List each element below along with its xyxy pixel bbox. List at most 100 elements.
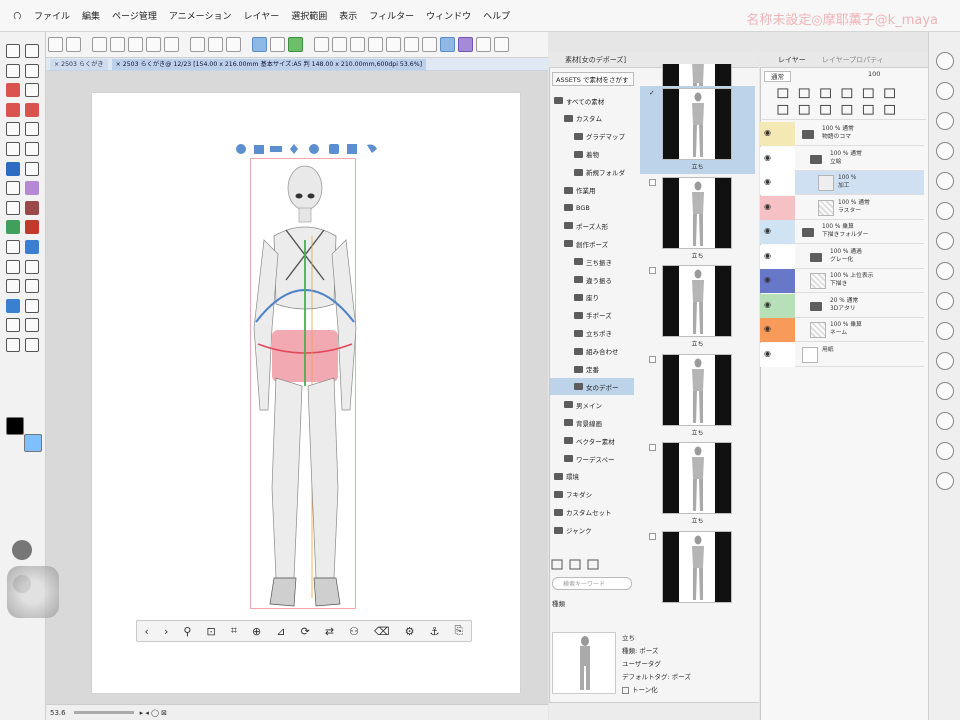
duplicate-folder-icon[interactable] <box>569 559 581 570</box>
auto-action-icon[interactable] <box>936 262 954 280</box>
eye-icon[interactable]: ◉ <box>764 349 774 358</box>
assets-search-button[interactable]: ASSETS で素材をさがす <box>552 72 634 86</box>
history-icon[interactable] <box>936 82 954 100</box>
pen-tool-icon[interactable] <box>6 44 20 58</box>
material-thumbnail[interactable] <box>640 529 755 617</box>
crop-tool-icon[interactable] <box>6 338 20 352</box>
menu-item-4[interactable]: レイヤー <box>244 9 280 22</box>
navigation-icons[interactable]: ▸ ◂ ◯ ⊠ <box>140 709 167 717</box>
frame-tool-icon[interactable] <box>6 279 20 294</box>
camera-zoom-icon[interactable] <box>270 146 282 152</box>
fill-icon[interactable] <box>226 37 241 52</box>
blend-tool-icon[interactable] <box>25 142 39 156</box>
menu-item-8[interactable]: ウィンドウ <box>426 9 471 22</box>
ruler-tool-icon[interactable] <box>25 240 39 254</box>
eye-icon[interactable]: ◉ <box>764 202 774 211</box>
material-tree-item[interactable]: 三ち振き <box>550 253 634 270</box>
sticker-icon[interactable] <box>6 181 20 196</box>
material-tree-item[interactable]: 背景線画 <box>550 414 634 431</box>
layer-row[interactable]: ◉ 100 % 加工 <box>760 171 924 195</box>
snap-icon[interactable] <box>386 37 401 52</box>
layer-row[interactable]: ◉ 100 % 通常 ラスター <box>760 195 924 220</box>
eraser-tool-icon[interactable] <box>25 44 39 58</box>
move-icon[interactable] <box>290 144 298 154</box>
material-tree-item[interactable]: 女のデポー <box>550 378 634 396</box>
lasso-icon[interactable] <box>288 37 303 52</box>
decoration-tool-icon[interactable] <box>25 200 39 215</box>
zoom-value[interactable]: 53.6 <box>50 709 66 717</box>
clip-layer-icon[interactable] <box>798 88 810 99</box>
sparkle-tool-icon[interactable] <box>25 102 39 117</box>
grid-icon[interactable] <box>404 37 419 52</box>
menu-item-5[interactable]: 選択範囲 <box>291 9 327 22</box>
eye-icon[interactable]: ◉ <box>764 153 774 162</box>
color-icon[interactable] <box>458 37 473 52</box>
open-file-icon[interactable] <box>66 37 81 52</box>
magnifier-tool-icon[interactable] <box>6 63 20 78</box>
delete-icon[interactable] <box>208 37 223 52</box>
brush-red-icon[interactable] <box>6 83 20 98</box>
eye-icon[interactable]: ◉ <box>764 325 774 333</box>
perspective-icon[interactable] <box>440 37 455 52</box>
brush-size-icon[interactable] <box>936 292 954 310</box>
material-tree-item[interactable]: グラデマップ <box>550 128 634 145</box>
layer-row[interactable]: ◉ 20 % 通常 3Dアタリ <box>760 293 924 318</box>
eye-icon[interactable]: ◉ <box>764 129 774 137</box>
shrink-selection-icon[interactable] <box>368 37 383 52</box>
layer-row[interactable]: ◉ 100 % 通過 グレー化 <box>760 244 924 269</box>
next-icon[interactable]: › <box>164 625 168 638</box>
thumbnail-checkbox[interactable]: ✓ <box>649 90 656 97</box>
layer-tab[interactable]: レイヤー <box>778 55 806 65</box>
material-tree-item[interactable]: ジャンク <box>550 522 634 539</box>
redo-icon[interactable] <box>164 37 179 52</box>
pen-alt-icon[interactable] <box>6 102 20 117</box>
material-search-input[interactable]: 検索キーワード <box>552 577 632 590</box>
save-icon[interactable] <box>92 37 107 52</box>
undo-icon[interactable] <box>146 37 161 52</box>
print-icon[interactable] <box>128 37 143 52</box>
layer-row[interactable]: ◉ 100 % 通常 立絵 <box>760 146 924 171</box>
camera-pan-icon[interactable] <box>254 145 264 154</box>
material-tree-item[interactable]: BGB <box>550 199 634 216</box>
layer-row[interactable]: ◉ 100 % 乗算 下描きフォルダー <box>760 220 924 244</box>
layer-property-tab[interactable]: レイヤープロパティ <box>822 55 884 65</box>
correction-tool-icon[interactable] <box>6 220 20 235</box>
blend-mode-select[interactable]: 通常 <box>764 70 844 82</box>
delete-object-icon[interactable]: ⌫ <box>374 625 390 638</box>
reset-icon[interactable] <box>367 144 377 154</box>
new-vector-layer-icon[interactable] <box>798 104 810 115</box>
body-shape-icon[interactable] <box>329 144 339 154</box>
material-tree-item[interactable]: カスタム <box>550 110 634 127</box>
wrench-icon[interactable]: ⚲ <box>183 625 191 638</box>
menu-item-3[interactable]: アニメーション <box>169 9 232 22</box>
camera-icon[interactable]: ⊡ <box>207 625 216 638</box>
deselect-icon[interactable] <box>314 37 329 52</box>
pencil-tool-icon[interactable] <box>25 83 39 98</box>
gradient-tool-icon[interactable] <box>6 200 20 215</box>
material-tree-item[interactable]: 定番 <box>550 361 634 378</box>
balloon-icon[interactable] <box>25 259 39 274</box>
material-tree-item[interactable]: 立ちポき <box>550 325 634 342</box>
material-tree-item[interactable]: フキダシ <box>550 486 634 503</box>
ground-icon[interactable]: ⊕ <box>252 625 261 638</box>
new-folder-layer-icon[interactable] <box>820 104 831 115</box>
eye-icon[interactable]: ◉ <box>764 276 774 284</box>
modifier-key-button[interactable] <box>7 566 59 618</box>
shape-tool-icon[interactable] <box>25 220 39 235</box>
transfer-layer-icon[interactable] <box>841 104 853 115</box>
previous-icon[interactable]: ‹ <box>145 625 149 638</box>
menu-item-0[interactable]: ファイル <box>34 9 70 22</box>
layer-row[interactable]: ◉ 100 % 上位表示 下描き <box>760 269 924 293</box>
eyedropper-icon[interactable] <box>6 240 20 254</box>
thumbnail-checkbox[interactable] <box>649 267 656 274</box>
lasso-tool-icon[interactable] <box>25 63 39 78</box>
select-all-icon[interactable] <box>270 37 285 52</box>
move-tool-icon[interactable] <box>25 298 39 313</box>
joint-icon[interactable]: ⟳ <box>301 625 310 638</box>
material-tree-item[interactable]: 着物 <box>550 146 634 163</box>
material-tree-item[interactable]: 環境 <box>550 468 634 485</box>
material-tree-item[interactable]: 手ポーズ <box>550 307 634 324</box>
invert-selection-icon[interactable] <box>332 37 347 52</box>
brush-size-large-icon[interactable] <box>12 540 32 560</box>
material-thumbnail[interactable]: 立ち <box>640 352 755 440</box>
